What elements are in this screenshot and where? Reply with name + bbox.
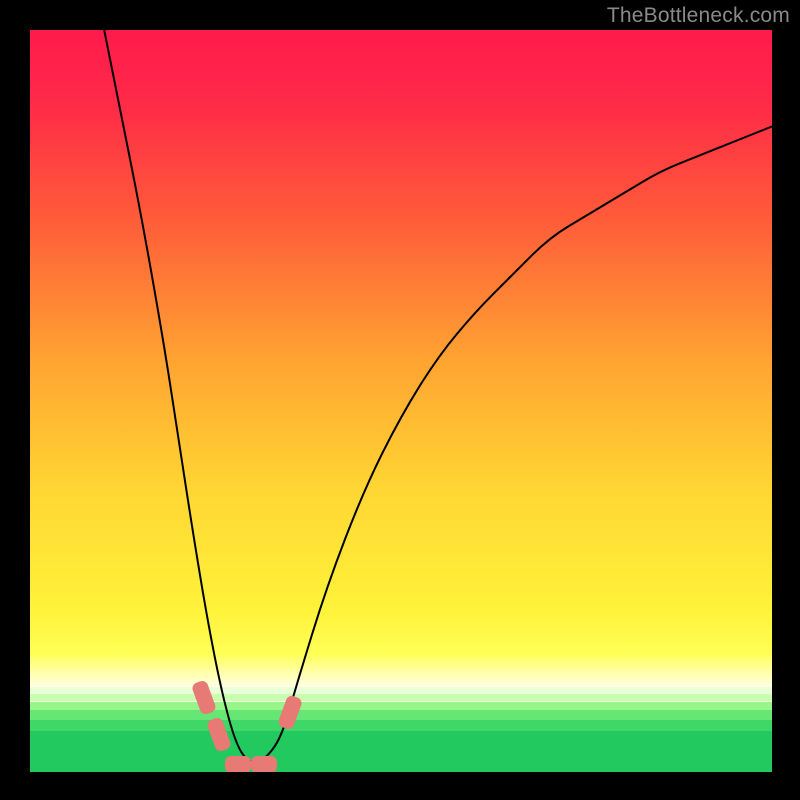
valley-marker	[225, 756, 251, 772]
bottleneck-curve	[104, 30, 772, 762]
plot-area	[30, 30, 772, 772]
watermark-text: TheBottleneck.com	[607, 4, 790, 28]
curve-svg	[30, 30, 772, 772]
valley-marker	[251, 756, 277, 772]
chart-frame: TheBottleneck.com	[0, 0, 800, 800]
